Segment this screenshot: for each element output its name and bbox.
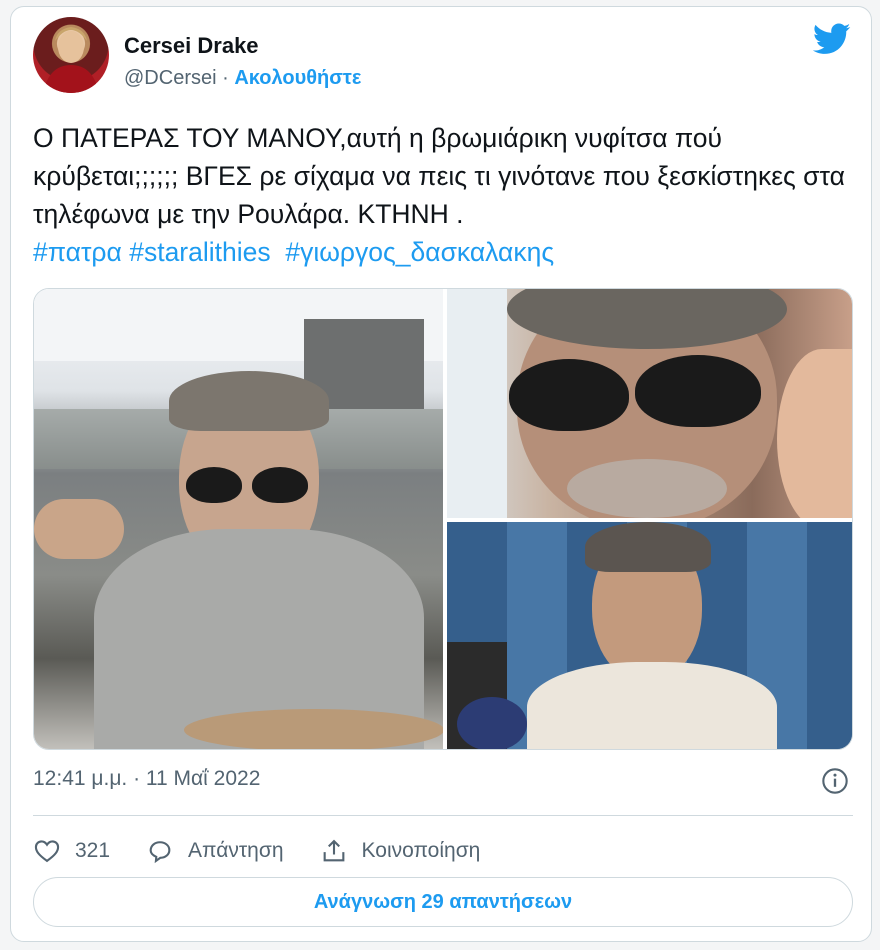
separator: · — [216, 67, 235, 89]
share-button[interactable]: Κοινοποίηση — [320, 837, 481, 865]
reply-bubble-icon — [149, 841, 171, 864]
photo-man-sunglasses-street[interactable] — [34, 289, 443, 749]
share-icon — [323, 839, 344, 862]
author-handle[interactable]: @DCersei — [124, 67, 217, 89]
divider — [33, 815, 853, 816]
action-bar: 321 Απάντηση Κοινοποίηση — [33, 829, 516, 873]
photo-man-aviator-closeup[interactable] — [447, 289, 852, 518]
tweet-card: Cersei Drake @DCersei · Ακολουθήστε Ο ΠΑ… — [10, 6, 872, 942]
reply-button[interactable]: Απάντηση — [146, 837, 284, 865]
media-grid — [33, 288, 853, 750]
heart-icon — [34, 840, 60, 863]
hashtag-patra[interactable]: #πατρα — [33, 237, 122, 267]
author-name[interactable]: Cersei Drake — [124, 33, 259, 59]
share-label: Κοινοποίηση — [361, 839, 481, 862]
hashtag-staralithies[interactable]: #staralithies — [129, 237, 270, 267]
tweet-text-block: Ο ΠΑΤΕΡΑΣ ΤΟΥ ΜΑΝΟΥ,αυτή η βρωμιάρικη νυ… — [33, 119, 853, 271]
avatar[interactable] — [33, 17, 109, 93]
tweet-timestamp[interactable]: 12:41 μ.μ. · 11 Μαΐ 2022 — [33, 767, 260, 791]
follow-link[interactable]: Ακολουθήστε — [234, 67, 361, 89]
twitter-bird-icon[interactable] — [813, 23, 851, 55]
reply-label: Απάντηση — [188, 839, 284, 862]
like-button[interactable]: 321 — [33, 837, 110, 865]
hashtag-giorgos-daskalakis[interactable]: #γιωργος_δασκαλακης — [285, 237, 554, 267]
photo-man-white-shirt[interactable] — [447, 522, 852, 749]
tweet-body: Ο ΠΑΤΕΡΑΣ ΤΟΥ ΜΑΝΟΥ,αυτή η βρωμιάρικη νυ… — [33, 123, 845, 229]
info-icon[interactable] — [821, 767, 849, 795]
author-handle-line: @DCersei · Ακολουθήστε — [124, 67, 361, 90]
like-count: 321 — [75, 839, 111, 862]
read-replies-button[interactable]: Ανάγνωση 29 απαντήσεων — [33, 877, 853, 927]
